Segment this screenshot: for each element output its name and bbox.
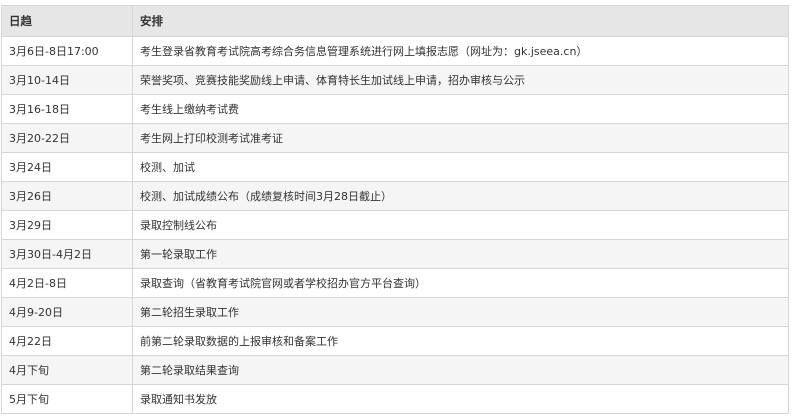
arrangement-cell: 第二轮招生录取工作 <box>132 297 789 327</box>
arrangement-cell: 荣誉奖项、竞赛技能奖励线上申请、体育特长生加试线上申请，招办审核与公示 <box>132 65 789 95</box>
table-row: 3月30日-4月2日 第一轮录取工作 <box>1 239 789 269</box>
date-cell: 3月16-18日 <box>1 94 133 124</box>
date-cell: 3月26日 <box>1 181 133 211</box>
table-row: 3月29日 录取控制线公布 <box>1 210 789 240</box>
arrangement-cell: 考生网上打印校测考试准考证 <box>132 123 789 153</box>
date-cell: 3月30日-4月2日 <box>1 239 133 269</box>
table-row: 3月26日 校测、加试成绩公布（成绩复核时间3月28日截止） <box>1 181 789 211</box>
date-cell: 3月29日 <box>1 210 133 240</box>
arrangement-cell: 录取查询（省教育考试院官网或者学校招办官方平台查询） <box>132 268 789 298</box>
table-body: 3月6日-8日17:00 考生登录省教育考试院高考综合务信息管理系统进行网上填报志… <box>1 36 789 414</box>
header-row: 日趋 安排 <box>1 5 789 37</box>
arrangement-cell: 录取控制线公布 <box>132 210 789 240</box>
date-cell: 3月10-14日 <box>1 65 133 95</box>
date-cell: 5月下旬 <box>1 384 133 414</box>
schedule-table: 日趋 安排 3月6日-8日17:00 考生登录省教育考试院高考综合务信息管理系统进… <box>1 5 789 414</box>
date-cell: 4月9-20日 <box>1 297 133 327</box>
date-cell: 3月24日 <box>1 152 133 182</box>
table-row: 3月10-14日 荣誉奖项、竞赛技能奖励线上申请、体育特长生加试线上申请，招办审核… <box>1 65 789 95</box>
arrangement-cell: 第一轮录取工作 <box>132 239 789 269</box>
arrangement-cell: 考生线上缴纳考试费 <box>132 94 789 124</box>
table-row: 4月下旬 第二轮录取结果查询 <box>1 355 789 385</box>
table-row: 3月16-18日 考生线上缴纳考试费 <box>1 94 789 124</box>
date-cell: 4月2日-8日 <box>1 268 133 298</box>
table-row: 3月24日 校测、加试 <box>1 152 789 182</box>
table-row: 3月20-22日 考生网上打印校测考试准考证 <box>1 123 789 153</box>
date-cell: 3月20-22日 <box>1 123 133 153</box>
arrangement-cell: 考生登录省教育考试院高考综合务信息管理系统进行网上填报志愿（网址为：gk.jse… <box>132 36 789 66</box>
table-row: 5月下旬 录取通知书发放 <box>1 384 789 414</box>
date-column-header: 日趋 <box>1 5 133 37</box>
arrangement-cell: 录取通知书发放 <box>132 384 789 414</box>
date-cell: 3月6日-8日17:00 <box>1 36 133 66</box>
arrangement-cell: 前第二轮录取数据的上报审核和备案工作 <box>132 326 789 356</box>
date-cell: 4月下旬 <box>1 355 133 385</box>
arrangement-cell: 第二轮录取结果查询 <box>132 355 789 385</box>
table-header: 日趋 安排 <box>1 5 789 37</box>
arrangement-cell: 校测、加试成绩公布（成绩复核时间3月28日截止） <box>132 181 789 211</box>
date-cell: 4月22日 <box>1 326 133 356</box>
table-row: 4月22日 前第二轮录取数据的上报审核和备案工作 <box>1 326 789 356</box>
table-row: 3月6日-8日17:00 考生登录省教育考试院高考综合务信息管理系统进行网上填报志… <box>1 36 789 66</box>
table-row: 4月2日-8日 录取查询（省教育考试院官网或者学校招办官方平台查询） <box>1 268 789 298</box>
arrangement-cell: 校测、加试 <box>132 152 789 182</box>
table-row: 4月9-20日 第二轮招生录取工作 <box>1 297 789 327</box>
arrangement-column-header: 安排 <box>132 5 789 37</box>
